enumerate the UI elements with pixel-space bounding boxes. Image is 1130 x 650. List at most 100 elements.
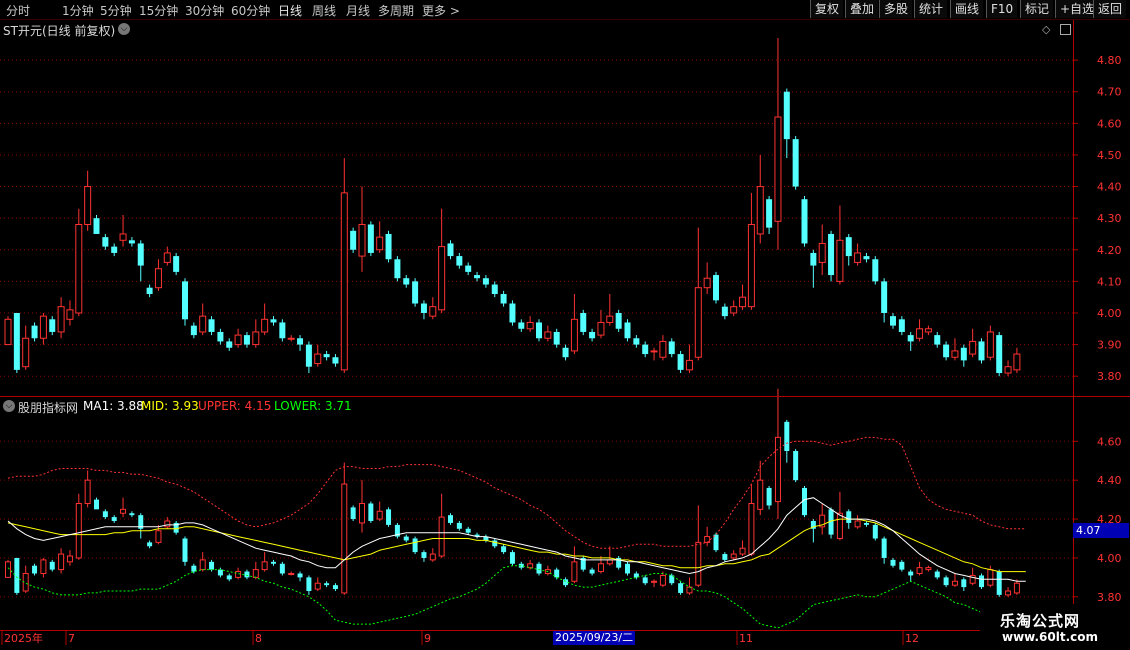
candle-body [996,335,1003,374]
candle-body [721,306,728,317]
mini-candle-body [288,573,295,575]
candle-body [943,344,950,358]
toolbar-button-4[interactable]: 画线 [950,0,984,18]
lower-band-line [7,565,1026,629]
candle-body [836,239,844,282]
candle-body [119,233,127,241]
candle-body [340,192,348,371]
candle-body [1004,366,1012,374]
period-tab-6[interactable]: 日线 [278,2,302,19]
candle-body [536,322,542,339]
candle-body [863,256,870,260]
period-tab-0[interactable]: 分时 [6,2,30,19]
candle-body [650,350,658,353]
toolbar-button-8[interactable]: 返回 [1093,0,1127,18]
candle-body [84,186,92,225]
mini-candle-body [802,487,807,516]
main-tick-label: 4.70 [1097,86,1122,99]
mini-candle-body [173,522,179,533]
mini-candle-body [66,555,73,563]
candle-body [526,321,534,330]
candle-body [49,319,56,332]
mini-candle-body [836,512,843,540]
toolbar-button-5[interactable]: F10 [986,0,1018,18]
window-toggle-icon[interactable] [1060,24,1071,35]
toolbar-button-3[interactable]: 统计 [914,0,948,18]
period-tab-5[interactable]: 60分钟 [231,2,270,19]
candle-body [146,287,153,295]
mini-candle-body [111,517,117,521]
candle-body [978,341,985,361]
candle-body [580,312,587,332]
mini-candle-body [695,541,702,586]
period-tab-8[interactable]: 月线 [346,2,370,19]
period-tab-2[interactable]: 5分钟 [100,2,132,19]
mini-candle-body [774,436,781,503]
mini-candle-body [359,503,365,524]
candle-body [615,312,622,329]
candle-body [111,246,118,253]
toolbar-button-0[interactable]: 复权 [810,0,844,18]
mini-candle-body [846,511,852,523]
candle-body [163,252,171,263]
chevron-down-icon[interactable]: ⌵ [3,400,15,412]
mini-candle-body [14,557,20,593]
mini-candle-body [279,563,285,574]
toolbar-button-1[interactable]: 叠加 [845,0,879,18]
candle-body [898,319,905,332]
period-tab-9[interactable]: 多周期 [378,2,414,19]
diamond-icon[interactable]: ◇ [1042,23,1050,36]
mini-candle-body [633,573,639,578]
mini-candle-body [669,575,675,584]
mini-candle-body [571,561,578,582]
candle-body [907,335,914,342]
candle-body [518,322,525,329]
candle-body [287,337,295,340]
candle-body [429,306,437,317]
indicator-tick-label: 3.80 [1097,591,1122,604]
mini-candle-body [686,586,693,594]
period-tab-1[interactable]: 1分钟 [62,2,94,19]
candle-body [500,294,507,304]
mini-candle-body [854,520,861,528]
candle-body [544,331,552,339]
period-tab-3[interactable]: 15分钟 [139,2,178,19]
period-tab-10[interactable]: 更多 > [422,2,460,19]
mini-candle-body [138,515,144,529]
toolbar-button-6[interactable]: 标记 [1020,0,1054,18]
candle-body [412,281,419,304]
toolbar-button-2[interactable]: 多股 [879,0,913,18]
period-tab-7[interactable]: 周线 [312,2,336,19]
mini-candle-body [544,569,551,574]
candle-body [659,340,667,358]
mini-candle-body [5,561,11,578]
candle-body [703,277,711,289]
candle-body [854,252,862,263]
candle-body [792,139,799,187]
candle-body [642,344,649,355]
period-tab-4[interactable]: 30分钟 [185,2,224,19]
candle-body [562,347,569,358]
mini-candle-body [793,451,799,481]
mini-candle-body [164,520,171,528]
watermark-title: 乐淘公式网 [1000,612,1081,630]
mini-candle-body [536,563,542,574]
toolbar-button-7[interactable]: +自选 [1055,0,1099,18]
mini-candle-body [819,514,826,528]
mini-candle-body [951,580,958,586]
mini-candle-body [155,530,162,543]
candle-body [332,357,339,364]
candle-body [367,224,374,253]
period-toolbar: 分时 1分钟 5分钟 15分钟 30分钟 60分钟 日线 周线 月线 多周期 更多 > 复权 叠加 多股… [0,0,1130,20]
main-tick-label: 3.80 [1097,370,1122,383]
candle-body [420,303,427,313]
main-tick-label: 4.00 [1097,307,1122,320]
mini-candle-body [421,552,427,558]
chevron-down-icon[interactable]: ⌵ [118,23,130,35]
main-tick-label: 4.30 [1097,212,1122,225]
candle-body [951,350,959,358]
chart-canvas[interactable]: 4.80 4.70 4.60 4.50 4.40 4.30 4.20 4.10 4.00 3.90… [0,0,1130,650]
mini-candle-body [209,561,215,570]
mini-candle-body [49,561,55,570]
mini-candle-body [40,559,47,575]
